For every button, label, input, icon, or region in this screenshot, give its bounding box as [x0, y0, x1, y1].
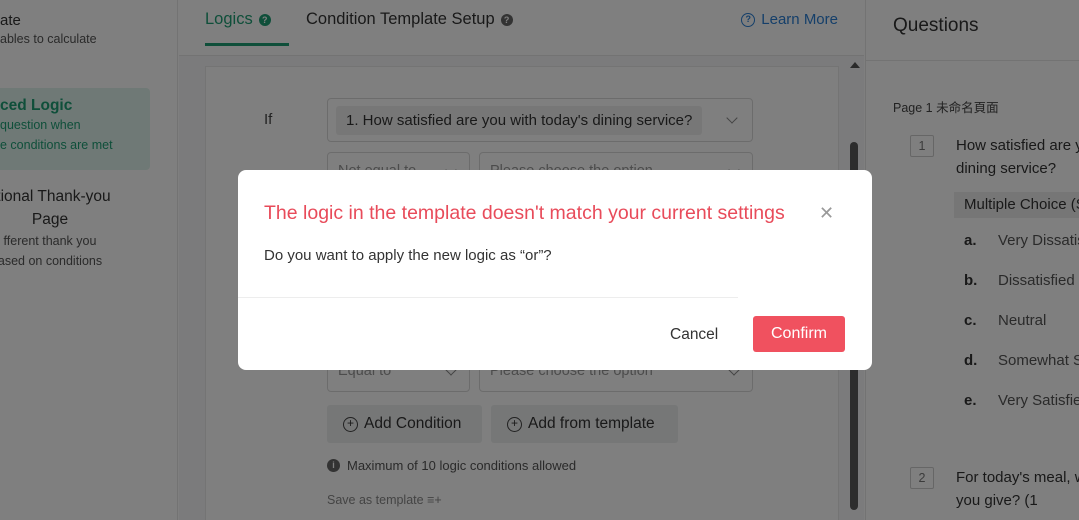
dialog-message: Do you want to apply the new logic as “o… — [264, 247, 552, 264]
logic-mismatch-dialog: The logic in the template doesn't match … — [238, 170, 872, 370]
dialog-title: The logic in the template doesn't match … — [264, 202, 785, 224]
cancel-button[interactable]: Cancel — [656, 317, 732, 352]
divider — [238, 297, 738, 298]
confirm-button[interactable]: Confirm — [753, 316, 845, 352]
close-icon[interactable]: ✕ — [819, 203, 834, 223]
